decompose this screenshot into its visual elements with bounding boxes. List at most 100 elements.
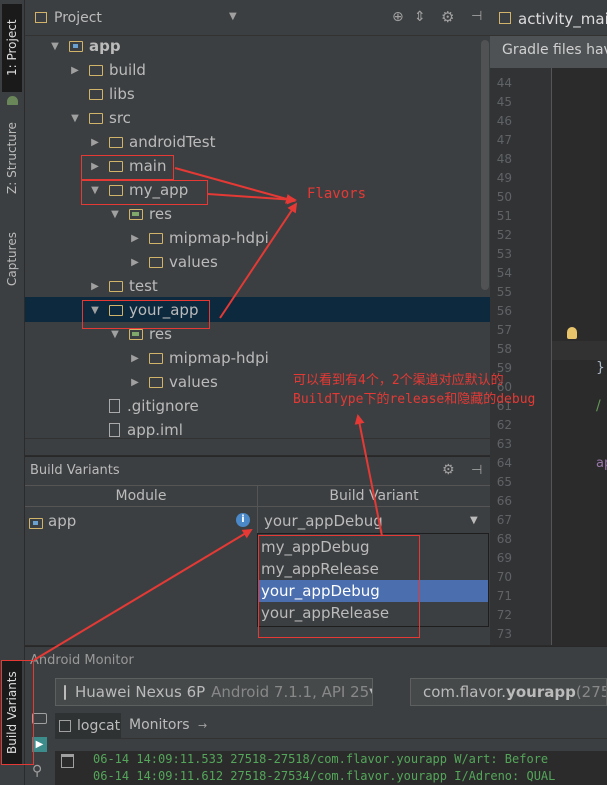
tree-arrow[interactable]: ▶ (89, 281, 101, 292)
line-number: 67 (496, 513, 512, 527)
annotation-box-build-variants-tab (1, 660, 34, 765)
line-number: 64 (496, 456, 512, 470)
variants-table-header: Module Build Variant (25, 485, 490, 508)
project-tool-tab[interactable]: 1: Project (2, 4, 22, 92)
line-number: 73 (496, 627, 512, 641)
code-editor: activity_main Gradle files hav } / ap 44… (490, 0, 607, 645)
project-scrollbar[interactable] (481, 40, 489, 290)
tree-item-build[interactable]: ▶ build (69, 58, 146, 82)
chevron-down-icon[interactable]: ▼ (470, 515, 478, 526)
search-icon[interactable]: ⚲ (32, 763, 42, 779)
structure-tool-tab[interactable]: Z: Structure (2, 112, 22, 204)
tab-monitors[interactable]: Monitors → (129, 717, 207, 733)
tree-arrow[interactable]: ▶ (129, 257, 141, 268)
target-icon[interactable]: ⊕ (392, 9, 404, 25)
code-fragment: ap (596, 456, 607, 471)
tree-item-gitignore[interactable]: .gitignore (89, 394, 199, 418)
line-number: 46 (496, 114, 512, 128)
variant-column-header: Build Variant (329, 488, 419, 504)
res-folder-icon (129, 328, 143, 340)
hide-panel-icon[interactable]: ⊣ (471, 463, 482, 478)
info-icon[interactable]: i (236, 513, 250, 527)
line-number: 55 (496, 285, 512, 299)
tree-item-src[interactable]: ▼ src (69, 106, 131, 130)
tree-item-app[interactable]: ▼ app (49, 34, 120, 58)
process-select[interactable]: com.flavor. yourapp (275 (410, 678, 607, 706)
tree-item-your-app-mipmap[interactable]: ▶ mipmap-hdpi (129, 346, 269, 370)
log-line: 06-14 14:09:11.533 27518-27518/com.flavo… (93, 752, 549, 766)
line-number: 70 (496, 570, 512, 584)
line-number: 49 (496, 171, 512, 185)
tree-item-label: mipmap-hdpi (169, 349, 269, 367)
monitor-tabs: logcat Monitors → (55, 713, 607, 739)
line-number: 66 (496, 494, 512, 508)
tree-item-label: test (129, 277, 158, 295)
horizontal-scrollbar[interactable] (25, 438, 490, 452)
tree-arrow[interactable]: ▼ (49, 41, 61, 52)
res-folder-icon (129, 208, 143, 220)
device-select[interactable]: Huawei Nexus 6P Android 7.1.1, API 25 ▼ (55, 678, 373, 706)
tree-item-label: src (109, 109, 131, 127)
chevron-down-icon: ▼ (369, 687, 372, 698)
folder-icon (149, 256, 163, 268)
tree-arrow[interactable]: ▶ (129, 353, 141, 364)
line-number: 52 (496, 228, 512, 242)
logcat-output: 06-14 14:09:11.533 27518-27518/com.flavo… (55, 751, 607, 785)
annotation-note-line1: 可以看到有4个，2个渠道对应默认的 (293, 373, 504, 388)
tree-arrow[interactable]: ▼ (69, 113, 81, 124)
module-name: app (48, 512, 77, 530)
tree-arrow[interactable]: ▶ (69, 65, 81, 76)
collapse-icon[interactable]: ⇕ (414, 9, 426, 25)
tab-logcat[interactable]: logcat (55, 713, 121, 739)
hide-panel-icon[interactable]: ⊣ (471, 9, 482, 24)
captures-tool-tab[interactable]: Captures (2, 224, 22, 294)
tree-item-label: app.iml (127, 421, 183, 439)
annotation-box-main (81, 155, 174, 180)
process-prefix: com.flavor. (423, 683, 507, 701)
tree-item-label: build (109, 61, 146, 79)
annotation-box-your-app (82, 300, 210, 329)
file-icon (109, 399, 120, 413)
tree-arrow[interactable]: ▶ (89, 137, 101, 148)
tree-item-my-app-values[interactable]: ▶ values (129, 250, 218, 274)
module-folder-icon (29, 518, 43, 529)
camera-icon[interactable] (32, 713, 47, 724)
line-number: 56 (496, 304, 512, 318)
device-name: Huawei Nexus 6P (75, 683, 206, 701)
captures-tool-tab-label: Captures (5, 232, 19, 286)
tree-arrow[interactable]: ▼ (109, 329, 121, 340)
folder-icon (109, 136, 123, 148)
logcat-icon (59, 720, 71, 732)
line-number: 53 (496, 247, 512, 261)
annotation-box-variant-list (258, 535, 420, 638)
tree-arrow[interactable]: ▶ (129, 377, 141, 388)
tree-item-libs[interactable]: libs (69, 82, 135, 106)
line-number: 69 (496, 551, 512, 565)
project-view-label[interactable]: Project (54, 10, 102, 26)
tab-monitors-label: Monitors (129, 717, 190, 733)
folder-icon (149, 352, 163, 364)
gear-icon[interactable]: ⚙ (441, 8, 454, 26)
tree-item-your-app-values[interactable]: ▶ values (129, 370, 218, 394)
android-monitor-title: Android Monitor (30, 653, 134, 668)
tree-item-my-app-mipmap[interactable]: ▶ mipmap-hdpi (129, 226, 269, 250)
annotation-flavors: Flavors (307, 186, 367, 202)
current-line-highlight (552, 341, 607, 360)
tree-arrow[interactable]: ▼ (109, 209, 121, 220)
tree-item-my-app-res[interactable]: ▼ res (109, 202, 172, 226)
lightbulb-icon[interactable] (567, 327, 577, 339)
trash-icon[interactable] (61, 754, 74, 768)
line-numbers: 44 45 46 47 48 49 50 51 52 53 54 55 56 57 58 59 60 61 62 63… (490, 0, 552, 645)
chevron-down-icon[interactable]: ▼ (229, 11, 237, 22)
tree-item-androidtest[interactable]: ▶ androidTest (89, 130, 215, 154)
tree-item-label: .gitignore (127, 397, 199, 415)
tree-item-label: res (149, 205, 172, 223)
build-variants-title: Build Variants (30, 463, 120, 478)
code-comment: / (596, 398, 601, 414)
gear-icon[interactable]: ⚙ (442, 462, 455, 478)
tree-item-test[interactable]: ▶ test (89, 274, 158, 298)
play-icon[interactable]: ▶ (32, 737, 47, 752)
tree-arrow[interactable]: ▶ (129, 233, 141, 244)
process-name: yourapp (506, 683, 576, 701)
build-variant-select[interactable]: your_appDebug (264, 512, 383, 530)
